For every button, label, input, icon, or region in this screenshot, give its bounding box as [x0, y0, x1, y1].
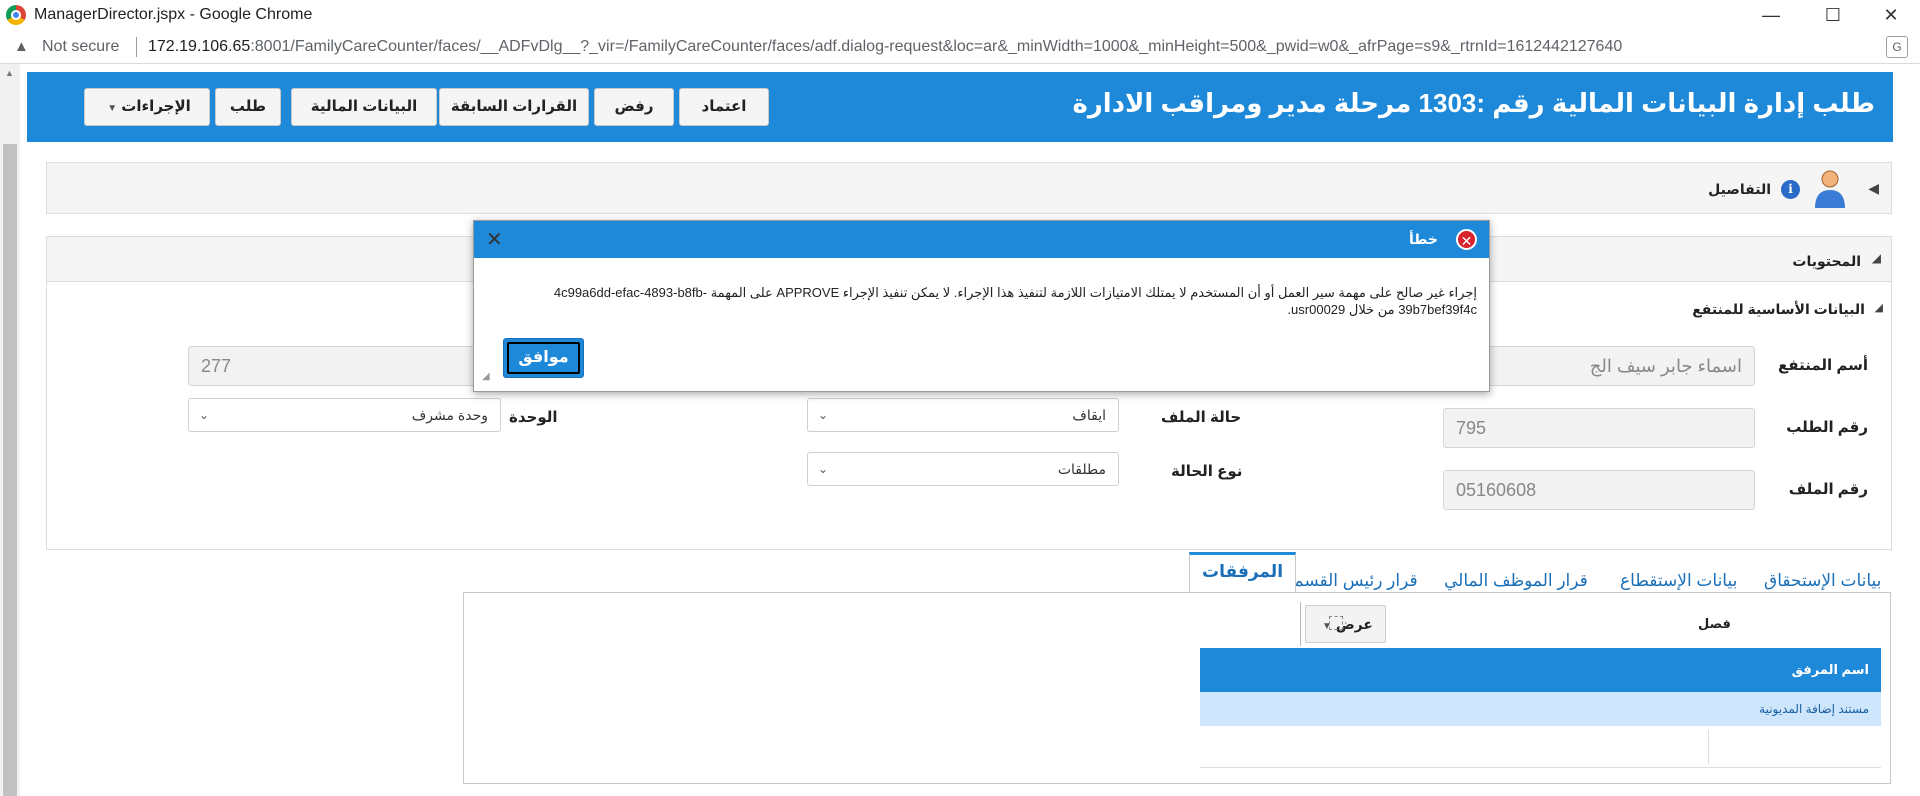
case-type-select[interactable]: مطلقات ⌄ — [807, 452, 1119, 486]
file-number-label: رقم الملف — [1788, 481, 1868, 498]
url-host: 172.19.106.65 — [148, 38, 251, 55]
chevron-down-icon: ▼ — [107, 103, 118, 114]
url-path: :8001/FamilyCareCounter/faces/__ADFvDlg_… — [250, 38, 1623, 55]
chevron-down-icon: ⌄ — [818, 408, 829, 422]
window-title: ManagerDirector.jspx - Google Chrome — [34, 6, 313, 23]
attachment-name-column-header[interactable]: اسم المرفق — [1200, 648, 1881, 692]
unit-label: الوحدة — [509, 409, 558, 426]
scrollbar-thumb[interactable] — [3, 144, 17, 796]
close-icon[interactable]: ✕ — [486, 227, 503, 252]
detach-button[interactable]: فصل — [1698, 616, 1731, 632]
translate-icon[interactable]: G — [1886, 36, 1908, 58]
warning-icon[interactable]: ▲ — [14, 38, 29, 55]
expand-arrow-icon[interactable]: ◀ — [1868, 180, 1879, 197]
request-number-label: رقم الطلب — [1786, 419, 1868, 436]
approve-button[interactable]: اعتماد — [679, 88, 769, 126]
not-secure-label[interactable]: Not secure — [42, 38, 119, 56]
page-title: طلب إدارة البيانات المالية رقم :1303 مرح… — [1072, 88, 1875, 118]
details-label: التفاصيل — [1708, 181, 1771, 197]
resize-grip-icon[interactable]: ◢ — [482, 371, 490, 382]
file-number-field[interactable]: 05160608 — [1443, 470, 1755, 510]
page-scrollbar[interactable] — [0, 64, 20, 796]
error-dialog: ✕ خطأ ✕ إجراء غير صالح على مهمة سير العم… — [473, 220, 1490, 392]
dialog-header: ✕ خطأ ✕ — [474, 221, 1489, 258]
cell-separator — [1708, 730, 1709, 764]
actions-label: الإجراءات — [121, 98, 191, 115]
user-icon — [1815, 170, 1845, 208]
chevron-down-icon: ⌄ — [199, 408, 210, 422]
close-window-icon[interactable]: ✕ — [1868, 0, 1914, 30]
top-left-field[interactable]: 277 — [188, 346, 488, 386]
section-collapse-arrow-icon[interactable]: ◢ — [1875, 301, 1883, 314]
details-panel[interactable]: ◀ التفاصيل i — [46, 162, 1892, 214]
view-menu-button[interactable]: ▼ عرض — [1305, 605, 1386, 643]
address-bar[interactable]: ▲ Not secure 172.19.106.65:8001/FamilyCa… — [0, 30, 1920, 64]
request-button[interactable]: طلب — [215, 88, 281, 126]
page-header: طلب إدارة البيانات المالية رقم :1303 مرح… — [27, 72, 1893, 142]
browser-titlebar: ManagerDirector.jspx - Google Chrome — ☐… — [0, 0, 1920, 30]
case-type-label: نوع الحالة — [1171, 463, 1243, 480]
reject-button[interactable]: رفض — [594, 88, 674, 126]
unit-value: وحدة مشرف — [411, 407, 488, 423]
ok-label: موافق — [507, 342, 580, 374]
table-row[interactable]: مستند إضافة المديونية — [1200, 692, 1881, 726]
info-icon[interactable]: i — [1781, 180, 1800, 199]
contents-label: المحتويات — [1792, 253, 1861, 269]
unit-select[interactable]: وحدة مشرف ⌄ — [188, 398, 501, 432]
maximize-icon[interactable]: ☐ — [1810, 0, 1856, 30]
tab-attachments[interactable]: المرفقات — [1189, 552, 1297, 592]
chevron-down-icon: ⌄ — [818, 462, 829, 476]
error-icon: ✕ — [1456, 229, 1477, 250]
table-row-empty — [1200, 726, 1881, 768]
url-text[interactable]: 172.19.106.65:8001/FamilyCareCounter/fac… — [148, 38, 1622, 56]
dialog-title: خطأ — [1409, 231, 1438, 247]
case-type-value: مطلقات — [1057, 461, 1106, 477]
collapse-arrow-icon[interactable]: ◢ — [1872, 251, 1881, 265]
beneficiary-name-label: أسم المنتفع — [1778, 357, 1868, 374]
file-status-value: ايقاف — [1072, 407, 1106, 423]
toolbar-separator — [1300, 602, 1301, 646]
request-number-field[interactable]: 795 — [1443, 408, 1755, 448]
detach-icon[interactable] — [1329, 616, 1343, 630]
address-separator — [136, 37, 137, 57]
error-message: إجراء غير صالح على مهمة سير العمل أو أن … — [553, 285, 1477, 317]
actions-menu-button[interactable]: ▼ الإجراءات — [84, 88, 210, 126]
file-status-label: حالة الملف — [1161, 409, 1242, 426]
ok-button[interactable]: موافق — [503, 338, 584, 378]
scroll-up-arrow-icon[interactable]: ▲ — [5, 68, 14, 78]
previous-decisions-button[interactable]: القرارات السابقة — [439, 88, 589, 126]
minimize-icon[interactable]: — — [1748, 0, 1794, 30]
basic-data-section-label: البيانات الأساسية للمنتفع — [1692, 301, 1865, 317]
chrome-logo-icon — [6, 5, 26, 25]
file-status-select[interactable]: ايقاف ⌄ — [807, 398, 1119, 432]
financial-data-button[interactable]: البيانات المالية — [291, 88, 437, 126]
